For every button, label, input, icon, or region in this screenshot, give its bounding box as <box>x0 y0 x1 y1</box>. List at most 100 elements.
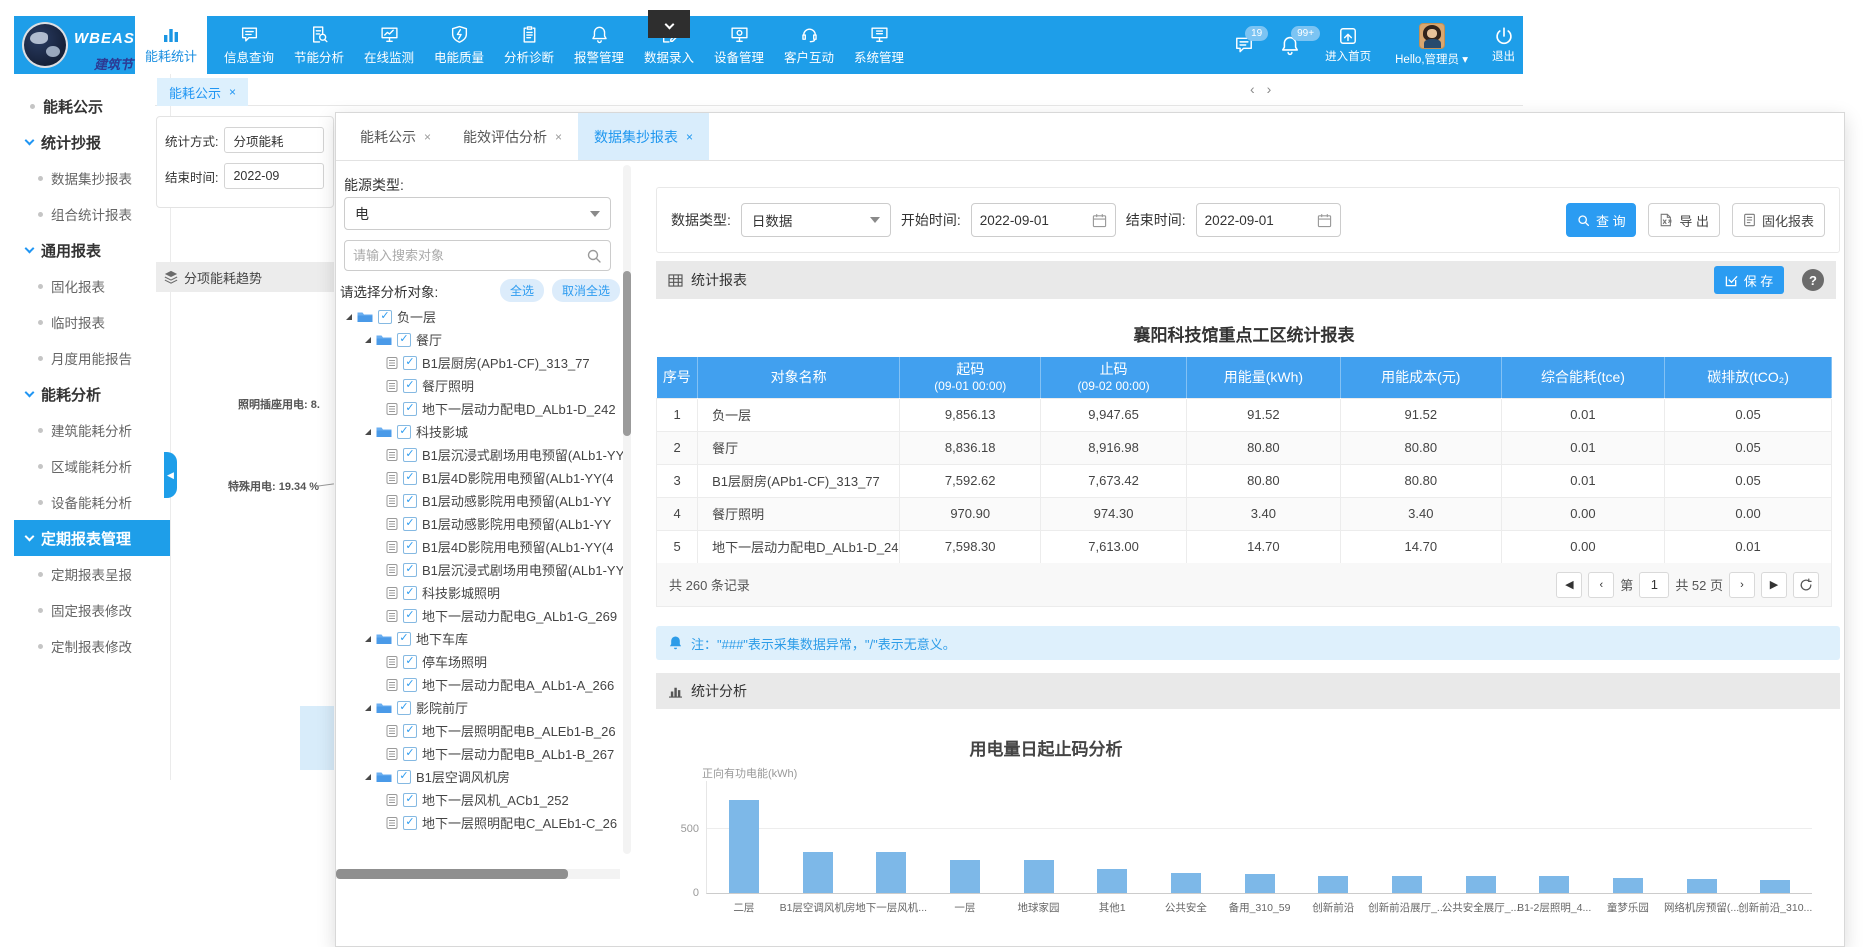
end-month-input[interactable]: 2022-09 <box>224 163 324 189</box>
bar[interactable] <box>1171 873 1201 893</box>
checkbox-checked-icon[interactable]: ✓ <box>403 816 417 830</box>
sidebar-item[interactable]: 固定报表修改 <box>14 592 170 628</box>
nav-item[interactable]: 报警管理 <box>564 16 634 74</box>
checkbox-checked-icon[interactable]: ✓ <box>403 609 417 623</box>
calendar-icon[interactable] <box>1317 213 1332 228</box>
close-icon[interactable]: × <box>686 130 693 144</box>
refresh-button[interactable] <box>1793 572 1819 598</box>
checkbox-checked-icon[interactable]: ✓ <box>403 517 417 531</box>
tree-node[interactable]: ✓ 餐厅照明 <box>336 374 624 397</box>
tree-node[interactable]: ✓ 地下一层动力配电A_ALb1-A_266 <box>336 673 624 696</box>
checkbox-checked-icon[interactable]: ✓ <box>403 747 417 761</box>
scrollbar-thumb[interactable] <box>336 869 568 879</box>
expand-arrow-icon[interactable] <box>365 337 371 343</box>
bar[interactable] <box>729 800 759 893</box>
tree-node[interactable]: ✓ B1层动感影院用电预留(ALb1-YY <box>336 512 624 535</box>
next-page-button[interactable]: › <box>1729 572 1755 598</box>
nav-item[interactable]: 节能分析 <box>284 16 354 74</box>
end-date-input[interactable] <box>1205 213 1295 228</box>
sidebar-item[interactable]: 能耗公示 <box>14 88 170 124</box>
sidebar-item[interactable]: 设备能耗分析 <box>14 484 170 520</box>
tree-node[interactable]: ✓ 地下一层动力配电G_ALb1-G_269 <box>336 604 624 627</box>
checkbox-checked-icon[interactable]: ✓ <box>403 379 417 393</box>
tree-node[interactable]: ✓ 科技影城 <box>336 420 624 443</box>
window-tab[interactable]: 能效评估分析 × <box>447 113 578 160</box>
solidify-report-button[interactable]: 固化报表 <box>1732 203 1825 237</box>
checkbox-checked-icon[interactable]: ✓ <box>397 333 411 347</box>
open-dropdown-indicator[interactable] <box>648 10 690 38</box>
sidebar-item[interactable]: 定期报表管理 <box>14 520 170 556</box>
expand-arrow-icon[interactable] <box>365 774 371 780</box>
sidebar-item[interactable]: 组合统计报表 <box>14 196 170 232</box>
checkbox-checked-icon[interactable]: ✓ <box>403 540 417 554</box>
tree-node[interactable]: ✓ B1层空调风机房 <box>336 765 624 788</box>
tree-node[interactable]: ✓ 地下一层照明配电B_ALEb1-B_26 <box>336 719 624 742</box>
bar[interactable] <box>1024 860 1054 893</box>
checkbox-checked-icon[interactable]: ✓ <box>403 494 417 508</box>
expand-arrow-icon[interactable] <box>365 636 371 642</box>
tab-energy-publicity[interactable]: 能耗公示 × <box>157 78 248 106</box>
checkbox-checked-icon[interactable]: ✓ <box>403 563 417 577</box>
checkbox-checked-icon[interactable]: ✓ <box>397 770 411 784</box>
prev-page-button[interactable]: ‹ <box>1588 572 1614 598</box>
tree-horizontal-scrollbar[interactable] <box>336 869 620 879</box>
bar[interactable] <box>1466 876 1496 893</box>
nav-item[interactable]: 分析诊断 <box>494 16 564 74</box>
tree-search-input[interactable] <box>353 248 586 263</box>
close-icon[interactable]: × <box>424 130 431 144</box>
tree-node[interactable]: ✓ 科技影城照明 <box>336 581 624 604</box>
scroll-left-icon[interactable]: ‹ <box>1250 81 1255 97</box>
query-button[interactable]: 查 询 <box>1566 203 1636 237</box>
energy-type-select[interactable]: 电 <box>344 197 611 230</box>
close-icon[interactable]: × <box>555 130 562 144</box>
tree-node[interactable]: ✓ 负一层 <box>336 305 624 328</box>
checkbox-checked-icon[interactable]: ✓ <box>403 793 417 807</box>
tree-node[interactable]: ✓ 影院前厅 <box>336 696 624 719</box>
checkbox-checked-icon[interactable]: ✓ <box>378 310 392 324</box>
tree-vertical-scrollbar[interactable] <box>623 165 631 854</box>
table-row[interactable]: 5 地下一层动力配电D_ALb1-D_242 7,598.30 7,613.00… <box>657 530 1832 563</box>
bar[interactable] <box>1318 876 1348 893</box>
table-row[interactable]: 2 餐厅 8,836.18 8,916.98 80.80 80.80 0.01 … <box>657 431 1832 464</box>
tree-node[interactable]: ✓ B1层4D影院用电预留(ALb1-YY(4 <box>336 535 624 558</box>
sidebar-item[interactable]: 统计抄报 <box>14 124 170 160</box>
tree-node[interactable]: ✓ 地下一层照明配电C_ALEb1-C_26 <box>336 811 624 834</box>
search-icon[interactable] <box>586 248 602 264</box>
scrollbar-thumb[interactable] <box>623 271 631 436</box>
tree-node[interactable]: ✓ B1层动感影院用电预留(ALb1-YY <box>336 489 624 512</box>
checkbox-checked-icon[interactable]: ✓ <box>403 655 417 669</box>
nav-item-active-energy-stats[interactable]: 能耗统计 <box>135 16 207 74</box>
sidebar-item[interactable]: 定制报表修改 <box>14 628 170 664</box>
tree-node[interactable]: ✓ 停车场照明 <box>336 650 624 673</box>
checkbox-checked-icon[interactable]: ✓ <box>403 356 417 370</box>
tree-node[interactable]: ✓ B1层厨房(APb1-CF)_313_77 <box>336 351 624 374</box>
page-number-input[interactable] <box>1639 572 1669 598</box>
logout-button[interactable]: 退出 <box>1492 26 1515 64</box>
checkbox-checked-icon[interactable]: ✓ <box>403 678 417 692</box>
expand-arrow-icon[interactable] <box>346 314 352 320</box>
sidebar-item[interactable]: 能耗分析 <box>14 376 170 412</box>
tree-node[interactable]: ✓ 地下一层动力配电B_ALb1-B_267 <box>336 742 624 765</box>
calendar-icon[interactable] <box>1092 213 1107 228</box>
save-button[interactable]: 保 存 <box>1714 266 1784 294</box>
checkbox-checked-icon[interactable]: ✓ <box>403 724 417 738</box>
tree-node[interactable]: ✓ B1层沉浸式剧场用电预留(ALb1-YY <box>336 558 624 581</box>
nav-item[interactable]: 客户互动 <box>774 16 844 74</box>
checkbox-checked-icon[interactable]: ✓ <box>403 471 417 485</box>
table-row[interactable]: 4 餐厅照明 970.90 974.30 3.40 3.40 0.00 0.00 <box>657 497 1832 530</box>
nav-item[interactable]: 电能质量 <box>424 16 494 74</box>
tree-node[interactable]: ✓ B1层4D影院用电预留(ALb1-YY(4 <box>336 466 624 489</box>
nav-item[interactable]: 系统管理 <box>844 16 914 74</box>
bar[interactable] <box>1392 876 1422 893</box>
checkbox-checked-icon[interactable]: ✓ <box>397 425 411 439</box>
window-tab[interactable]: 数据集抄报表 × <box>578 113 709 160</box>
nav-item[interactable]: 数据录入 <box>634 16 704 74</box>
bar[interactable] <box>803 852 833 893</box>
tree-node[interactable]: ✓ B1层沉浸式剧场用电预留(ALb1-YY <box>336 443 624 466</box>
last-page-button[interactable]: ▶ <box>1761 572 1787 598</box>
sidebar-item[interactable]: 数据集抄报表 <box>14 160 170 196</box>
bar[interactable] <box>950 860 980 893</box>
sidebar-item[interactable]: 定期报表呈报 <box>14 556 170 592</box>
bar[interactable] <box>876 852 906 893</box>
tree-node[interactable]: ✓ 地下车库 <box>336 627 624 650</box>
